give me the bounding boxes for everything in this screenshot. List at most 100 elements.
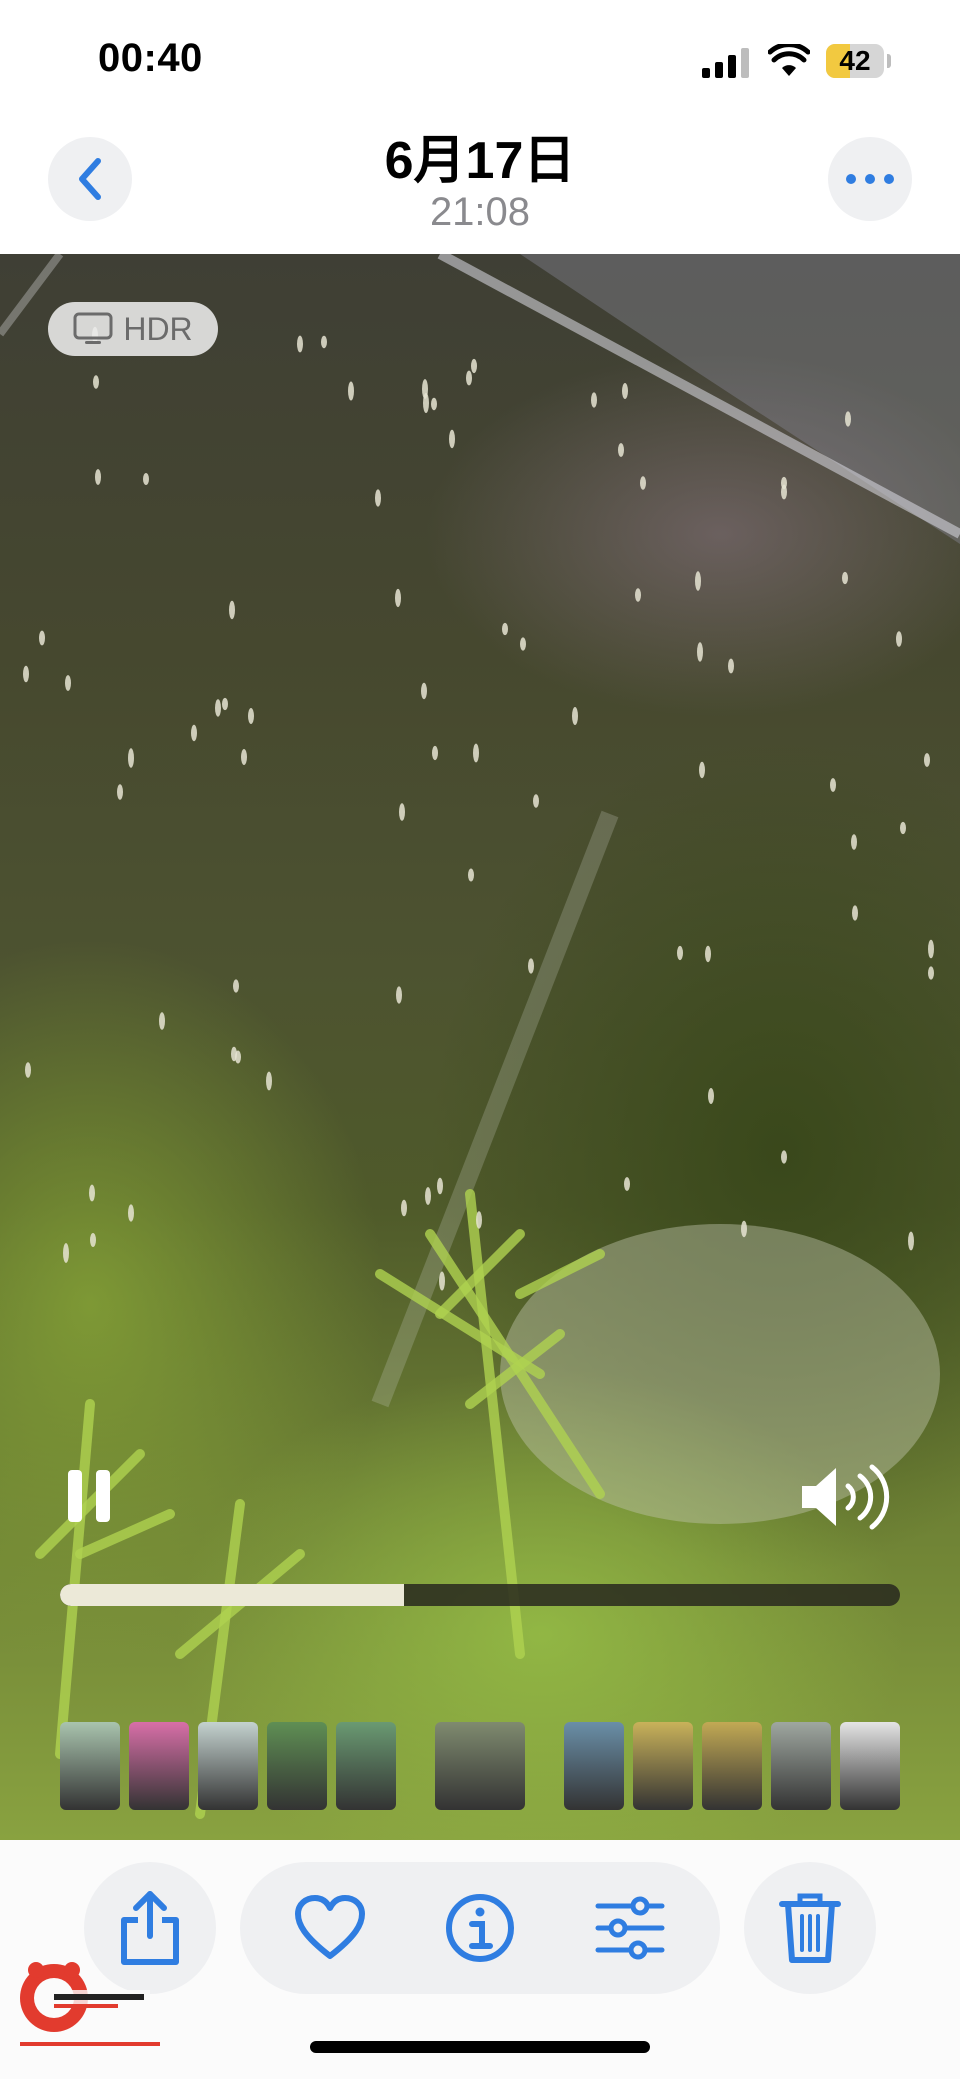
home-indicator[interactable] xyxy=(310,2041,650,2053)
critter-dot xyxy=(421,682,427,700)
critter-dot xyxy=(476,1211,482,1229)
critter-dot xyxy=(900,821,906,835)
thumbnail-current[interactable] xyxy=(435,1722,525,1810)
critter-dot xyxy=(640,476,646,490)
thumbnail[interactable] xyxy=(60,1722,120,1810)
critter-dot xyxy=(699,761,705,779)
critter-dot xyxy=(896,631,902,647)
battery-percent: 42 xyxy=(839,45,871,76)
status-time: 00:40 xyxy=(98,36,203,80)
hdr-badge: HDR xyxy=(48,302,218,356)
video-progress-played xyxy=(60,1584,405,1606)
critter-dot xyxy=(159,1012,165,1030)
critter-dot xyxy=(90,1233,96,1247)
critter-dot xyxy=(248,708,254,724)
thumbnail[interactable] xyxy=(633,1722,693,1810)
critter-dot xyxy=(395,588,401,608)
critter-dot xyxy=(117,784,123,800)
critter-dot xyxy=(695,571,701,591)
critter-dot xyxy=(241,749,247,765)
thumbnail[interactable] xyxy=(564,1722,624,1810)
critter-dot xyxy=(222,697,228,711)
thumbnail[interactable] xyxy=(267,1722,327,1810)
battery-icon: 42 xyxy=(826,44,884,78)
critter-dot xyxy=(705,945,711,963)
critter-dot xyxy=(781,1150,787,1164)
video-player[interactable]: HDR xyxy=(0,254,960,1840)
critter-dot xyxy=(375,489,381,507)
thumbnail-strip[interactable] xyxy=(60,1722,900,1812)
critter-dot xyxy=(128,748,134,768)
critter-dot xyxy=(466,370,472,386)
critter-dot xyxy=(233,979,239,993)
delete-button[interactable] xyxy=(744,1862,876,1994)
trash-icon xyxy=(779,1893,841,1963)
critter-dot xyxy=(399,803,405,821)
volume-icon[interactable] xyxy=(800,1464,892,1530)
hdr-label: HDR xyxy=(123,310,193,347)
critter-dot xyxy=(432,745,438,761)
pause-icon[interactable] xyxy=(68,1470,112,1522)
critter-dot xyxy=(528,958,534,974)
photo-time: 21:08 xyxy=(429,190,531,234)
critter-dot xyxy=(25,1062,31,1078)
critter-dot xyxy=(842,571,848,585)
thumbnail[interactable] xyxy=(129,1722,189,1810)
critter-dot xyxy=(781,484,787,500)
critter-dot xyxy=(95,469,101,485)
critter-dot xyxy=(401,1199,407,1217)
photo-date: 6月17日 xyxy=(384,132,576,190)
critter-dot xyxy=(677,945,683,961)
heart-icon[interactable] xyxy=(294,1892,366,1964)
critter-dot xyxy=(439,1271,445,1291)
thumbnail[interactable] xyxy=(336,1722,396,1810)
critter-dot xyxy=(908,1231,914,1251)
critter-dot xyxy=(502,622,508,636)
critter-dot xyxy=(928,939,934,959)
cellular-signal-icon xyxy=(702,48,750,78)
thumbnail[interactable] xyxy=(771,1722,831,1810)
critter-dot xyxy=(266,1071,272,1091)
critter-dot xyxy=(635,588,641,602)
critter-dot xyxy=(297,335,303,353)
critter-dot xyxy=(93,375,99,389)
critter-dot xyxy=(23,665,29,683)
critter-dot xyxy=(622,383,628,399)
critter-dot xyxy=(431,397,437,411)
critter-dot xyxy=(572,707,578,725)
critter-dot xyxy=(425,1187,431,1205)
critter-dot xyxy=(520,637,526,651)
info-icon[interactable] xyxy=(444,1892,516,1964)
critter-dot xyxy=(231,1046,237,1062)
video-scrubber[interactable] xyxy=(60,1584,900,1606)
critter-dot xyxy=(229,600,235,620)
critter-dot xyxy=(728,658,734,674)
battery-nub xyxy=(887,54,891,68)
watermark-logo xyxy=(20,1962,160,2046)
critter-dot xyxy=(422,379,428,399)
critter-dot xyxy=(624,1177,630,1191)
critter-dot xyxy=(845,411,851,427)
wifi-icon xyxy=(768,44,810,76)
critter-dot xyxy=(143,473,149,485)
critter-dot xyxy=(63,1243,69,1263)
critter-dot xyxy=(65,675,71,691)
adjust-icon[interactable] xyxy=(594,1892,666,1964)
thumbnail[interactable] xyxy=(840,1722,900,1810)
critter-dot xyxy=(89,1184,95,1202)
critter-dot xyxy=(741,1220,747,1238)
critter-dot xyxy=(533,794,539,808)
more-button[interactable] xyxy=(828,137,912,221)
critter-dot xyxy=(471,358,477,374)
tv-icon xyxy=(73,312,113,344)
critter-dot xyxy=(924,753,930,767)
critter-dot xyxy=(128,1204,134,1222)
critter-dot xyxy=(852,905,858,921)
ellipsis-icon xyxy=(846,174,894,184)
critter-dot xyxy=(697,642,703,662)
critter-dot xyxy=(591,392,597,408)
critter-dot xyxy=(215,699,221,717)
critter-dot xyxy=(449,429,455,449)
thumbnail[interactable] xyxy=(198,1722,258,1810)
thumbnail[interactable] xyxy=(702,1722,762,1810)
